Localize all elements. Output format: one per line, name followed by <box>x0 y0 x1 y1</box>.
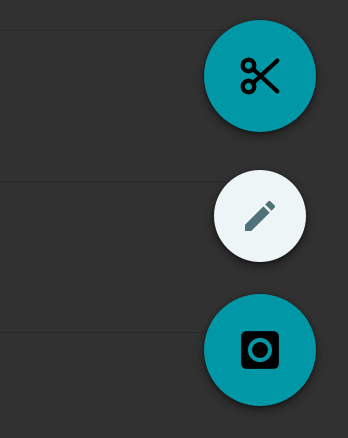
camera-button[interactable] <box>204 294 316 406</box>
camera-icon <box>241 331 279 369</box>
edit-button[interactable] <box>214 170 306 262</box>
scissors-icon <box>240 57 280 95</box>
cut-button[interactable] <box>204 20 316 132</box>
pencil-icon <box>245 200 276 231</box>
